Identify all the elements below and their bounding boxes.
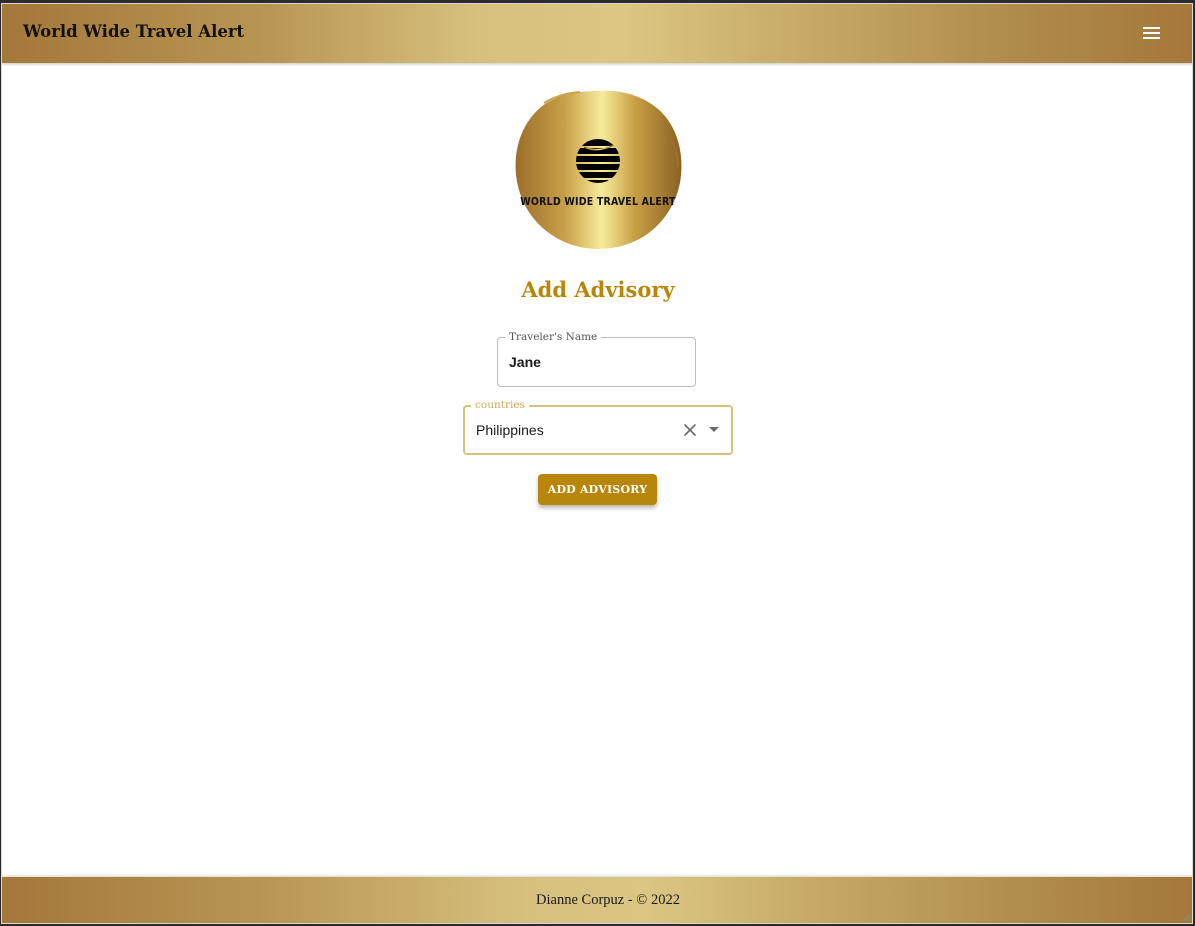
app-bar: World Wide Travel Alert — [2, 4, 1192, 63]
countries-autocomplete[interactable]: countries Philippines — [463, 398, 733, 455]
arrow-drop-down-icon[interactable] — [709, 427, 719, 432]
resize-grip-icon[interactable] — [1181, 912, 1191, 922]
countries-input[interactable]: Philippines — [476, 422, 676, 438]
logo: WORLD WIDE TRAVEL ALERT — [514, 87, 682, 251]
footer: Dianne Corpuz - © 2022 — [2, 877, 1192, 923]
app-window: World Wide Travel Alert WORLD WIDE TRAVE… — [1, 3, 1193, 924]
add-advisory-button[interactable]: ADD ADVISORY — [538, 474, 657, 505]
logo-text: WORLD WIDE TRAVEL ALERT — [520, 196, 676, 208]
logo-badge: WORLD WIDE TRAVEL ALERT — [515, 90, 682, 249]
travelers-name-label: Traveler's Name — [505, 330, 602, 344]
page-title: Add Advisory — [521, 277, 675, 302]
travelers-name-field[interactable]: Traveler's Name Jane — [497, 330, 696, 387]
countries-label: countries — [471, 398, 529, 412]
hamburger-menu-icon[interactable] — [1143, 27, 1160, 40]
footer-text: Dianne Corpuz - © 2022 — [536, 892, 680, 908]
close-icon[interactable] — [682, 422, 698, 438]
app-title[interactable]: World Wide Travel Alert — [23, 22, 244, 41]
travelers-name-input[interactable]: Jane — [509, 354, 679, 370]
